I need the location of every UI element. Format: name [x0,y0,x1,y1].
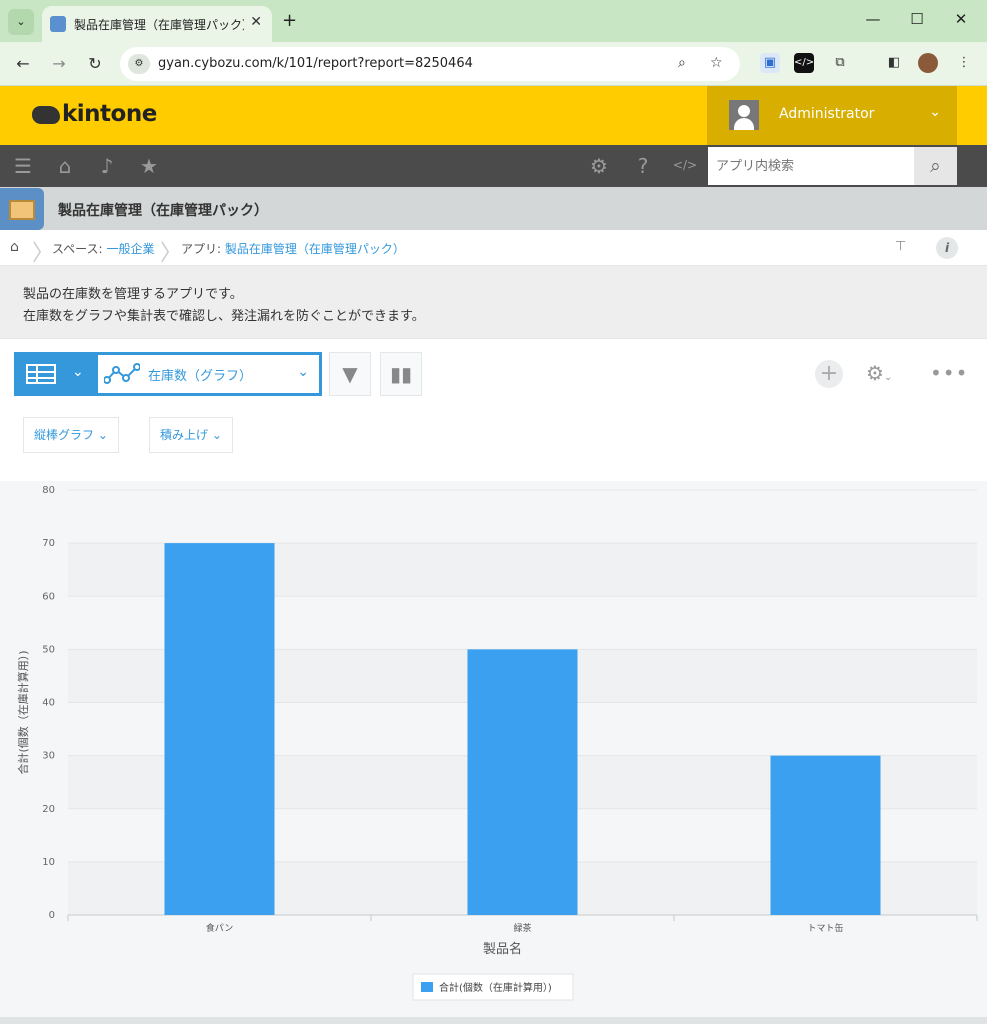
app-search-input[interactable] [708,147,914,185]
y-axis-label: 合計(個数（在庫計算用）) [16,650,30,774]
url-text[interactable]: gyan.cybozu.com/k/101/report?report=8250… [158,56,473,71]
code-icon[interactable]: </> [672,158,698,172]
browser-menu-icon[interactable]: ⋮ [954,53,974,73]
legend-label: 合計(個数（在庫計算用）) [439,981,552,994]
y-tick-label: 40 [42,698,55,709]
zoom-icon[interactable]: ⌕ [678,55,686,71]
chevron-down-icon: ⌄ [929,104,941,120]
user-menu[interactable]: Administrator ⌄ [707,86,957,145]
chevron-down-icon: ⌄ [97,428,108,442]
kintone-logo-icon[interactable] [32,106,60,124]
bar [164,543,275,915]
profile-avatar[interactable] [918,53,938,73]
close-window-icon[interactable]: ✕ [946,10,976,28]
site-info-icon[interactable]: ⚙ [128,54,150,74]
bar-chart-icon: ▮▮ [389,362,412,386]
kintone-logo-text[interactable]: kintone [62,101,157,127]
app-description: 製品の在庫数を管理するアプリです。 在庫数をグラフや集計表で確認し、発注漏れを防… [0,266,987,339]
app-settings-gear-icon[interactable]: ⚙⌄ [866,361,892,385]
y-tick-label: 60 [42,591,55,602]
view-selector[interactable]: ⌄ 在庫数（グラフ） ⌄ [14,352,322,396]
tab-title: 製品在庫管理（在庫管理パック） [74,18,244,32]
graph-settings-button[interactable]: ▮▮ [380,352,422,396]
chart-area: 0 10 20 30 40 50 60 70 80 食パン 緑茶 トマト缶 製品名 合計(個数（在庫計算用… [0,481,987,1017]
x-tick-label: 緑茶 [513,922,531,934]
chart-type-dropdown[interactable]: 縦棒グラフ ⌄ [23,417,119,453]
pin-icon[interactable]: ⊤ [895,239,906,254]
forward-icon[interactable]: → [48,54,70,73]
notification-bell-icon[interactable]: ♪ [94,154,120,178]
bar [770,755,881,915]
maximize-icon[interactable]: ☐ [902,10,932,28]
settings-gear-icon[interactable]: ⚙ [586,154,612,178]
y-tick-label: 80 [42,485,55,496]
breadcrumb: ⌂ 〉 スペース: 一般企業 〉 アプリ: 製品在庫管理（在庫管理パック） ⊤ … [0,230,987,266]
legend-swatch [421,982,433,992]
more-options-icon[interactable]: ••• [930,361,968,385]
new-tab-icon[interactable]: + [282,10,297,31]
extension-icon[interactable]: ▣ [760,53,780,73]
reload-icon[interactable]: ↻ [84,54,106,73]
description-line-1: 製品の在庫数を管理するアプリです。 [23,287,243,302]
back-icon[interactable]: ← [12,54,34,73]
global-nav: ☰ ⌂ ♪ ★ ⚙ ? </> ⌕ [0,145,987,187]
app-title: 製品在庫管理（在庫管理パック） [58,203,268,219]
user-avatar [729,100,759,130]
side-panel-icon[interactable]: ◧ [884,53,904,73]
add-record-button[interactable]: + [815,360,843,388]
breadcrumb-app[interactable]: アプリ: 製品在庫管理（在庫管理パック） [181,240,405,257]
browser-tab[interactable]: 製品在庫管理（在庫管理パック） ✕ [42,6,272,42]
y-tick-label: 20 [42,804,55,815]
x-tick-label: トマト缶 [807,922,843,934]
puzzle-icon[interactable]: ⧉ [830,53,850,73]
grid-band [68,490,977,544]
graph-view-dropdown[interactable]: 在庫数（グラフ） ⌄ [98,355,319,393]
devtools-extension-icon[interactable]: </> [794,53,814,73]
breadcrumb-space[interactable]: スペース: 一般企業 [52,240,154,257]
home-icon[interactable]: ⌂ [10,239,19,255]
home-icon[interactable]: ⌂ [52,154,78,178]
app-title-bar: 製品在庫管理（在庫管理パック） [0,187,987,230]
y-tick-label: 70 [42,538,55,549]
chart-scroll-edge [0,1017,987,1024]
minimize-icon[interactable]: — [858,10,888,28]
favorites-star-icon[interactable]: ★ [136,154,162,178]
view-name: 在庫数（グラフ） [148,369,253,384]
menu-icon[interactable]: ☰ [10,154,36,178]
address-bar[interactable]: ⚙ gyan.cybozu.com/k/101/report?report=82… [120,47,740,81]
y-tick-label: 30 [42,751,55,762]
table-icon[interactable] [26,364,56,384]
bar-chart: 01020304050607080食パン 緑茶 トマト缶製品名合計(個数（在庫計算用… [16,485,978,1001]
breadcrumb-separator: 〉 [160,241,183,266]
line-graph-icon [104,363,140,384]
filter-funnel-icon: ▼ [342,362,358,386]
chevron-down-icon[interactable]: ⌄ [72,364,84,380]
bar [467,649,578,915]
view-toolbar: ⌄ 在庫数（グラフ） ⌄ ▼ ▮▮ + ⚙⌄ ••• 縦棒グラフ ⌄ 積み上げ … [0,339,987,481]
x-axis-label: 製品名 [483,941,522,957]
y-tick-label: 0 [49,910,55,921]
kintone-header: kintone Administrator ⌄ [0,86,987,145]
user-name: Administrator [779,106,875,122]
info-icon[interactable]: i [936,237,958,259]
stack-mode-dropdown[interactable]: 積み上げ ⌄ [149,417,233,453]
description-line-2: 在庫数をグラフや集計表で確認し、発注漏れを防ぐことができます。 [23,309,425,324]
x-tick-label: 食パン [206,922,233,934]
tab-search-icon[interactable]: ⌄ [8,9,34,35]
filter-button[interactable]: ▼ [329,352,371,396]
chevron-down-icon: ⌄ [297,364,309,380]
search-icon[interactable]: ⌕ [914,147,957,185]
help-icon[interactable]: ? [630,154,656,178]
browser-tab-strip: ⌄ 製品在庫管理（在庫管理パック） ✕ + — ☐ ✕ [0,0,987,42]
tab-favicon-icon [50,16,66,32]
app-box-icon [0,188,44,230]
y-tick-label: 10 [42,857,55,868]
tab-close-icon[interactable]: ✕ [250,14,262,30]
chevron-down-icon: ⌄ [211,428,222,442]
y-tick-label: 50 [42,644,55,655]
bookmark-star-icon[interactable]: ☆ [710,55,723,71]
breadcrumb-separator: 〉 [32,241,55,266]
